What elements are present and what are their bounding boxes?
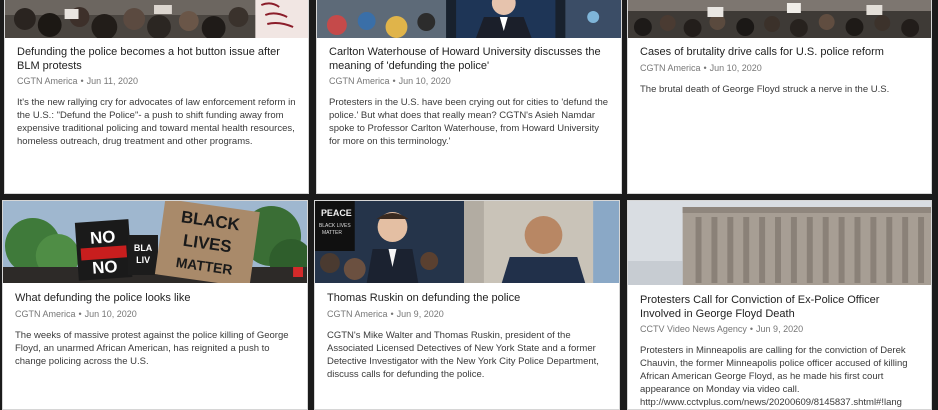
source-label: CGTN America (640, 62, 701, 73)
svg-text:MATTER: MATTER (322, 230, 342, 236)
video-title[interactable]: Thomas Ruskin on defunding the police (327, 292, 609, 306)
video-card-defunding-hot-button[interactable]: Defunding the police becomes a hot butto… (4, 0, 309, 194)
protest-signs-image: NO NO BLA LIV BLACK LIVES MATTER (3, 201, 307, 283)
source-url[interactable]: http://www.cctvplus.com/news/20200609/81… (640, 397, 902, 408)
video-title[interactable]: Protesters Call for Conviction of Ex-Pol… (640, 294, 921, 321)
meta-separator: • (703, 62, 707, 73)
svg-text:NO: NO (92, 257, 119, 278)
date-label: Jun 10, 2020 (84, 308, 137, 319)
date-label: Jun 10, 2020 (709, 62, 762, 73)
video-card-carlton-waterhouse[interactable]: Carlton Waterhouse of Howard University … (316, 0, 622, 194)
meta-separator: • (390, 308, 394, 319)
video-description: Protesters in the U.S. have been crying … (329, 97, 609, 147)
svg-text:NO: NO (89, 227, 116, 248)
svg-text:BLA: BLA (134, 243, 153, 253)
video-card-conviction-ex-police-officer[interactable]: Protesters Call for Conviction of Ex-Pol… (627, 200, 932, 410)
video-card-thomas-ruskin[interactable]: PEACE BLACK LIVES MATTER Thomas Ruskin o… (314, 200, 620, 410)
video-title[interactable]: What defunding the police looks like (15, 292, 297, 306)
date-label: Jun 10, 2020 (398, 76, 451, 86)
meta-separator: • (749, 324, 754, 334)
date-label: Jun 9, 2020 (756, 324, 804, 334)
description-text: Protesters in Minneapolis are calling fo… (640, 345, 908, 395)
meta-separator: • (80, 76, 84, 86)
courthouse-building-image (628, 201, 931, 285)
video-thumbnail[interactable]: PEACE BLACK LIVES MATTER (315, 201, 619, 283)
video-description: It's the new rallying cry for advocates … (17, 97, 296, 147)
source-label: CGTN America (329, 76, 390, 86)
video-thumbnail[interactable] (317, 0, 621, 38)
video-thumbnail[interactable] (628, 0, 931, 38)
source-label: CGTN America (327, 308, 388, 319)
video-meta: CGTN America • Jun 9, 2020 (327, 309, 609, 320)
source-label: CGTN America (17, 76, 78, 86)
video-title[interactable]: Cases of brutality drive calls for U.S. … (640, 46, 921, 60)
video-thumbnail[interactable] (628, 201, 931, 285)
svg-text:LIV: LIV (136, 255, 150, 265)
video-meta: CCTV Video News Agency • Jun 9, 2020 (640, 324, 921, 335)
svg-text:BLACK LIVES: BLACK LIVES (319, 223, 351, 229)
video-description: The brutal death of George Floyd struck … (640, 83, 890, 95)
video-thumbnail[interactable]: NO NO BLA LIV BLACK LIVES MATTER (3, 201, 307, 283)
video-card-brutality-reform[interactable]: Cases of brutality drive calls for U.S. … (627, 0, 932, 194)
video-description: Protesters in Minneapolis are calling fo… (640, 344, 921, 409)
video-title[interactable]: Carlton Waterhouse of Howard University … (329, 46, 611, 73)
split-screen-interview-image: PEACE BLACK LIVES MATTER (315, 201, 619, 283)
video-thumbnail[interactable] (5, 0, 308, 38)
street-protest-image (628, 0, 931, 38)
video-title[interactable]: Defunding the police becomes a hot butto… (17, 46, 298, 73)
meta-separator: • (78, 308, 82, 319)
video-meta: CGTN America • Jun 10, 2020 (329, 76, 611, 87)
svg-text:PEACE: PEACE (321, 208, 352, 218)
date-label: Jun 9, 2020 (396, 308, 444, 319)
protest-crowd-image (5, 0, 308, 38)
video-description: The weeks of massive protest against the… (15, 329, 289, 367)
source-label: CCTV Video News Agency (640, 324, 747, 334)
date-label: Jun 11, 2020 (86, 76, 139, 86)
video-card-what-defunding-looks-like[interactable]: NO NO BLA LIV BLACK LIVES MATTER What de… (2, 200, 308, 410)
video-meta: CGTN America • Jun 10, 2020 (640, 63, 921, 74)
split-screen-image (317, 0, 621, 38)
meta-separator: • (392, 76, 396, 86)
video-meta: CGTN America • Jun 10, 2020 (15, 309, 297, 320)
source-label: CGTN America (15, 308, 76, 319)
video-meta: CGTN America • Jun 11, 2020 (17, 76, 298, 87)
video-description: CGTN's Mike Walter and Thomas Ruskin, pr… (327, 329, 599, 380)
